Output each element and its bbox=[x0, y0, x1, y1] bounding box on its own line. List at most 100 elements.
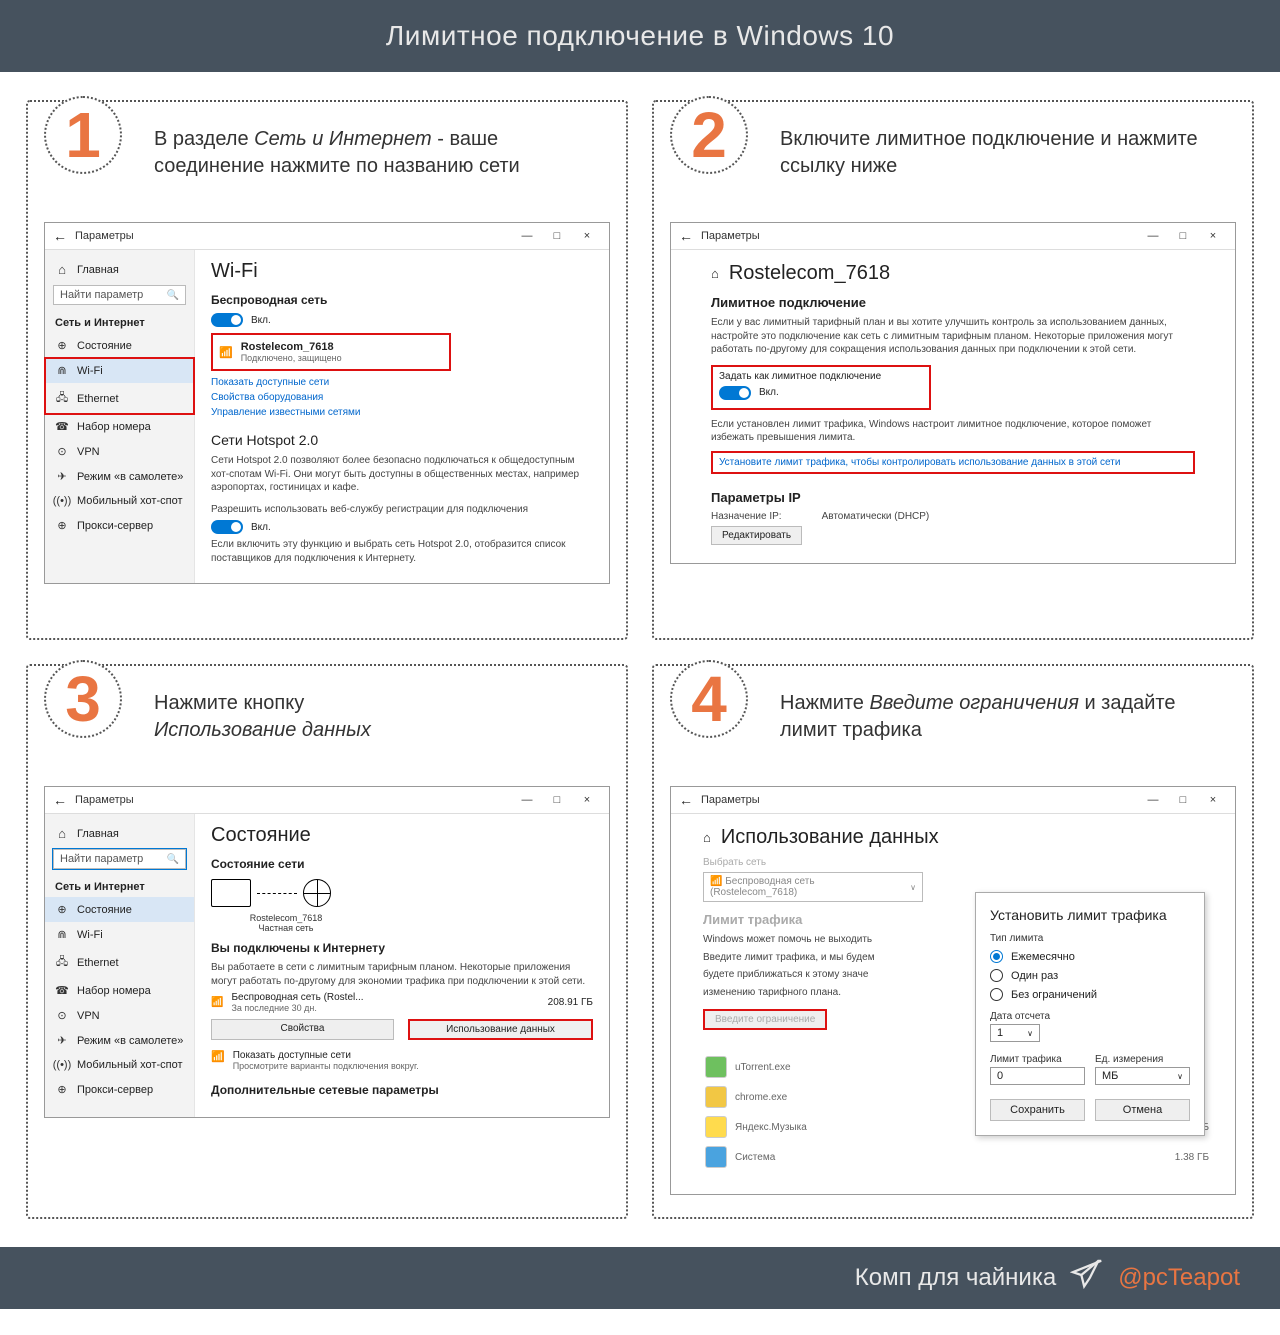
maximize-button[interactable]: □ bbox=[1169, 227, 1197, 245]
reset-date-value: 1 bbox=[997, 1027, 1003, 1039]
sidebar-item-vpn[interactable]: ⊙VPN bbox=[45, 439, 194, 464]
sidebar-wifi-label: Wi-Fi bbox=[77, 365, 103, 377]
connected-heading: Вы подключены к Интернету bbox=[211, 941, 593, 955]
dialup-icon: ☎ bbox=[55, 984, 69, 997]
sidebar-item-status[interactable]: ⊕Состояние bbox=[45, 897, 194, 922]
sidebar-item-ethernet[interactable]: 🖧Ethernet bbox=[45, 947, 194, 978]
link-show-networks[interactable]: Показать доступные сети bbox=[211, 377, 593, 388]
close-button[interactable]: × bbox=[573, 791, 601, 809]
sidebar-item-dialup[interactable]: ☎Набор номера bbox=[45, 414, 194, 439]
minimize-button[interactable]: — bbox=[513, 227, 541, 245]
toggle-on-icon[interactable] bbox=[211, 520, 243, 534]
telegram-handle[interactable]: @pcTeapot bbox=[1118, 1264, 1240, 1292]
maximize-button[interactable]: □ bbox=[1169, 791, 1197, 809]
link-hardware-props[interactable]: Свойства оборудования bbox=[211, 392, 593, 403]
close-button[interactable]: × bbox=[573, 227, 601, 245]
unit-value: МБ bbox=[1102, 1070, 1118, 1082]
radio-once[interactable]: Один раз bbox=[990, 969, 1190, 982]
radio-icon bbox=[990, 969, 1003, 982]
reset-date-select[interactable]: 1 bbox=[990, 1024, 1040, 1042]
wifi-toggle-row[interactable]: Вкл. bbox=[211, 313, 593, 327]
sidebar-home[interactable]: Главная bbox=[45, 256, 194, 283]
back-icon[interactable]: ← bbox=[53, 792, 67, 808]
app-row-system: Система1.38 ГБ bbox=[703, 1142, 1211, 1172]
sidebar-item-wifi[interactable]: ⋒Wi-Fi bbox=[45, 922, 194, 947]
sidebar-item-hotspot[interactable]: ((•)) Мобильный хот-спот bbox=[45, 1053, 194, 1077]
window-buttons: — □ × bbox=[513, 791, 601, 809]
titlebar: ← Параметры — □ × bbox=[671, 787, 1235, 814]
hotspot-icon: ((•)) bbox=[55, 1059, 69, 1071]
radio-icon bbox=[990, 988, 1003, 1001]
maximize-button[interactable]: □ bbox=[543, 227, 571, 245]
link-known-networks[interactable]: Управление известными сетями bbox=[211, 407, 593, 418]
close-button[interactable]: × bbox=[1199, 227, 1227, 245]
radio-unlimited[interactable]: Без ограничений bbox=[990, 988, 1190, 1001]
sidebar-item-ethernet[interactable]: 🖧Ethernet bbox=[45, 383, 194, 414]
footer-brand: Комп для чайника bbox=[855, 1264, 1056, 1292]
minimize-button[interactable]: — bbox=[513, 791, 541, 809]
sidebar-item-dialup[interactable]: ☎Набор номера bbox=[45, 978, 194, 1003]
window-title: Параметры bbox=[701, 794, 1131, 806]
network-diagram bbox=[211, 879, 593, 907]
metered-toggle[interactable]: Вкл. bbox=[719, 386, 923, 400]
sidebar-proxy-label: Прокси-сервер bbox=[77, 520, 153, 532]
sidebar-item-vpn[interactable]: ⊙VPN bbox=[45, 1003, 194, 1028]
unit-select[interactable]: МБ bbox=[1095, 1067, 1190, 1085]
connected-desc: Вы работаете в сети с лимитным тарифным … bbox=[211, 961, 593, 988]
sidebar-item-proxy[interactable]: ⊕Прокси-сервер bbox=[45, 513, 194, 538]
globe-icon bbox=[303, 879, 331, 907]
sidebar-item-airplane[interactable]: ✈Режим «в самолете» bbox=[45, 1028, 194, 1053]
app-name: Яндекс.Музыка bbox=[735, 1122, 807, 1133]
sidebar-search[interactable]: Найти параметр bbox=[53, 285, 186, 305]
close-button[interactable]: × bbox=[1199, 791, 1227, 809]
steps-grid: 1 В разделе Сеть и Интернет - ваше соеди… bbox=[0, 72, 1280, 1247]
airplane-icon: ✈ bbox=[55, 1034, 69, 1047]
data-limit-input[interactable]: 0 bbox=[990, 1067, 1085, 1085]
back-icon[interactable]: ← bbox=[679, 228, 693, 244]
sidebar-search[interactable]: Найти параметр bbox=[53, 849, 186, 869]
network-dropdown[interactable]: 📶 Беспроводная сеть (Rostelecom_7618) bbox=[703, 872, 923, 902]
search-placeholder: Найти параметр bbox=[60, 289, 143, 301]
diagram-caption: Rostelecom_7618 Частная сеть bbox=[211, 913, 361, 933]
step-3-number: 3 bbox=[65, 667, 101, 731]
toggle-on-icon[interactable] bbox=[211, 313, 243, 327]
maximize-button[interactable]: □ bbox=[543, 791, 571, 809]
edit-button[interactable]: Редактировать bbox=[711, 526, 802, 545]
radio-monthly[interactable]: Ежемесячно bbox=[990, 950, 1190, 963]
minimize-button[interactable]: — bbox=[1139, 227, 1167, 245]
step-4-text-pre: Нажмите bbox=[780, 692, 869, 714]
properties-button[interactable]: Свойства bbox=[211, 1019, 394, 1040]
content-heading: Wi-Fi bbox=[211, 260, 593, 283]
app-value: 1.38 ГБ bbox=[1175, 1152, 1209, 1163]
save-button[interactable]: Сохранить bbox=[990, 1099, 1085, 1121]
step-1-instruction: В разделе Сеть и Интернет - ваше соедине… bbox=[154, 126, 610, 204]
link-set-limit[interactable]: Установите лимит трафика, чтобы контроли… bbox=[719, 457, 1187, 468]
cancel-button[interactable]: Отмена bbox=[1095, 1099, 1190, 1121]
sidebar-home[interactable]: Главная bbox=[45, 820, 194, 847]
back-icon[interactable]: ← bbox=[679, 792, 693, 808]
set-metered-label: Задать как лимитное подключение bbox=[719, 371, 923, 382]
sidebar-item-proxy[interactable]: ⊕Прокси-сервер bbox=[45, 1077, 194, 1102]
toggle-on-icon[interactable] bbox=[719, 386, 751, 400]
page-footer: Комп для чайника @pcTeapot bbox=[0, 1247, 1280, 1309]
link-show-networks: Показать доступные сети bbox=[233, 1050, 419, 1061]
data-usage-button[interactable]: Использование данных bbox=[408, 1019, 593, 1040]
usage-value: 208.91 ГБ bbox=[548, 997, 593, 1008]
step-2-number: 2 bbox=[691, 103, 727, 167]
sidebar-hotspot-label: Мобильный хот-спот bbox=[77, 1059, 183, 1071]
home-icon[interactable] bbox=[703, 830, 711, 845]
current-network-highlight[interactable]: 📶 Rostelecom_7618 Подключено, защищено bbox=[211, 333, 451, 371]
sidebar-item-airplane[interactable]: ✈Режим «в самолете» bbox=[45, 464, 194, 489]
back-icon[interactable]: ← bbox=[53, 228, 67, 244]
minimize-button[interactable]: — bbox=[1139, 791, 1167, 809]
step-2-instruction: Включите лимитное подключе­ние и нажмите… bbox=[780, 126, 1236, 204]
sidebar-ethernet-label: Ethernet bbox=[77, 957, 119, 969]
sidebar-item-wifi[interactable]: ⋒Wi-Fi bbox=[45, 358, 194, 383]
show-networks-row[interactable]: 📶 Показать доступные сети Просмотрите ва… bbox=[211, 1050, 593, 1071]
enter-limit-button[interactable]: Введите ограничение bbox=[703, 1009, 827, 1030]
sidebar-item-hotspot[interactable]: ((•))Мобильный хот-спот bbox=[45, 489, 194, 513]
hotspot-reg-toggle[interactable]: Вкл. bbox=[211, 520, 593, 534]
sidebar-item-status[interactable]: ⊕Состояние bbox=[45, 333, 194, 358]
sidebar-dialup-label: Набор номера bbox=[77, 421, 151, 433]
home-icon[interactable] bbox=[711, 266, 719, 281]
